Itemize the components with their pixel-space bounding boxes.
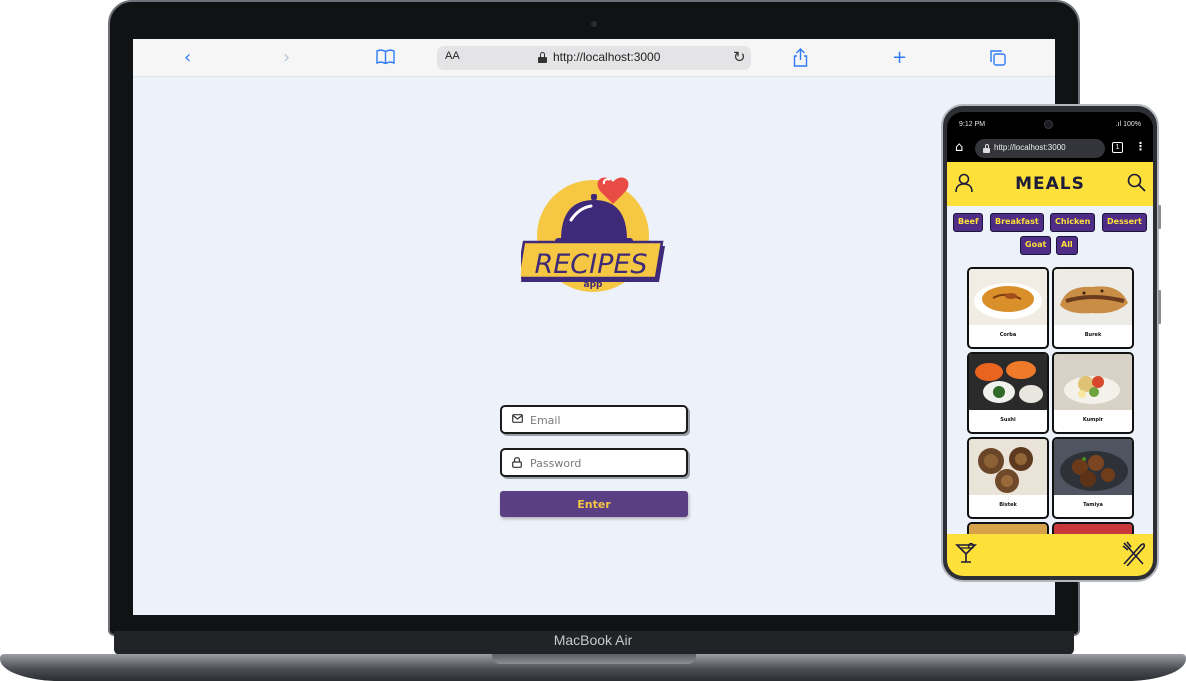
page-title: MEALS: [1015, 174, 1085, 194]
front-camera: [1044, 120, 1053, 129]
phone-power-button: [1158, 290, 1161, 324]
logo-text: RECIPES: [534, 249, 647, 280]
enter-button[interactable]: Enter: [500, 491, 688, 517]
meal-image: [969, 354, 1047, 410]
meal-name: Bistek: [999, 502, 1017, 508]
tabs-icon[interactable]: [990, 50, 1006, 72]
laptop-camera: [591, 21, 597, 27]
meal-card[interactable]: [1052, 522, 1134, 534]
more-menu-icon[interactable]: ⋮: [1135, 140, 1146, 153]
plus-icon[interactable]: +: [892, 47, 907, 69]
category-button-chicken[interactable]: Chicken: [1050, 213, 1096, 232]
mobile-url-text[interactable]: http://localhost:3000: [994, 143, 1066, 152]
text-size-button[interactable]: AA: [445, 50, 460, 62]
password-field[interactable]: [500, 448, 688, 477]
lock-icon: [512, 457, 522, 468]
email-field[interactable]: [500, 405, 688, 434]
category-button-breakfast[interactable]: Breakfast: [990, 213, 1044, 232]
meal-card[interactable]: Burek: [1052, 267, 1134, 349]
tab-count-button[interactable]: 1: [1112, 142, 1123, 153]
meal-image: [969, 439, 1047, 495]
category-button-dessert[interactable]: Dessert: [1102, 213, 1147, 232]
mail-icon: [512, 414, 523, 423]
phone-status-bar: 9:12 PM .ıl 100%: [947, 112, 1153, 136]
mobile-address-bar[interactable]: http://localhost:3000: [975, 139, 1105, 158]
meals-page-body: Beef Breakfast Chicken Dessert Goat All …: [947, 206, 1153, 534]
book-icon[interactable]: [376, 49, 395, 71]
address-bar[interactable]: AA http://localhost:3000 ↻: [437, 46, 751, 70]
phone-screen: 9:12 PM .ıl 100% ⌂ http://localhost:3000…: [947, 112, 1153, 576]
status-time: 9:12 PM: [959, 121, 986, 128]
mobile-browser-bar: ⌂ http://localhost:3000 1 ⋮: [947, 136, 1153, 162]
laptop-model-label: MacBook Air: [553, 632, 633, 648]
meal-name: Sushi: [1000, 417, 1016, 423]
fork-knife-icon[interactable]: [1121, 540, 1147, 566]
url-text[interactable]: http://localhost:3000: [553, 50, 660, 64]
meal-image: [1054, 439, 1132, 495]
drink-icon[interactable]: [955, 542, 977, 564]
logo-subtext: app: [584, 280, 604, 290]
meal-image: [1054, 354, 1132, 410]
meal-image: [1054, 524, 1132, 534]
laptop-screen: ‹ › AA http://localhost:3000 ↻ + RECIPES…: [133, 39, 1055, 615]
meal-card[interactable]: Corba: [967, 267, 1049, 349]
meal-image: [1054, 269, 1132, 325]
meal-card[interactable]: Bistek: [967, 437, 1049, 519]
meal-name: Burek: [1084, 332, 1102, 338]
meal-image: [969, 269, 1047, 325]
meal-image: [969, 524, 1047, 534]
home-icon[interactable]: ⌂: [955, 140, 963, 155]
meal-name: Tamiya: [1083, 502, 1103, 508]
laptop-base-notch: [492, 654, 696, 664]
search-icon[interactable]: [1127, 173, 1146, 192]
email-input[interactable]: [530, 410, 680, 430]
meal-card[interactable]: Tamiya: [1052, 437, 1134, 519]
lock-icon: [983, 144, 990, 153]
browser-toolbar: ‹ › AA http://localhost:3000 ↻ +: [133, 39, 1055, 77]
app-header: MEALS: [947, 162, 1153, 206]
chevron-left-icon[interactable]: ‹: [184, 47, 191, 69]
device-mockup-stage: MacBook Air ‹ › AA http://localhost:3000…: [0, 0, 1186, 681]
category-button-beef[interactable]: Beef: [953, 213, 984, 232]
lock-icon: [538, 52, 547, 63]
share-icon[interactable]: [793, 48, 808, 73]
recipes-app-logo: RECIPES app: [516, 174, 669, 294]
meal-card[interactable]: Sushi: [967, 352, 1049, 434]
meal-card[interactable]: Kumpir: [1052, 352, 1134, 434]
meal-card[interactable]: [967, 522, 1049, 534]
chevron-right-icon[interactable]: ›: [283, 47, 290, 69]
phone-volume-button: [1158, 205, 1161, 229]
meal-name: Corba: [999, 332, 1017, 338]
meal-name: Kumpir: [1082, 417, 1104, 423]
password-input[interactable]: [530, 453, 680, 473]
category-button-goat[interactable]: Goat: [1020, 236, 1052, 255]
app-footer: [947, 534, 1153, 576]
reload-icon[interactable]: ↻: [733, 48, 746, 66]
battery-indicator: .ıl 100%: [1115, 121, 1141, 128]
category-button-all[interactable]: All: [1056, 236, 1078, 255]
